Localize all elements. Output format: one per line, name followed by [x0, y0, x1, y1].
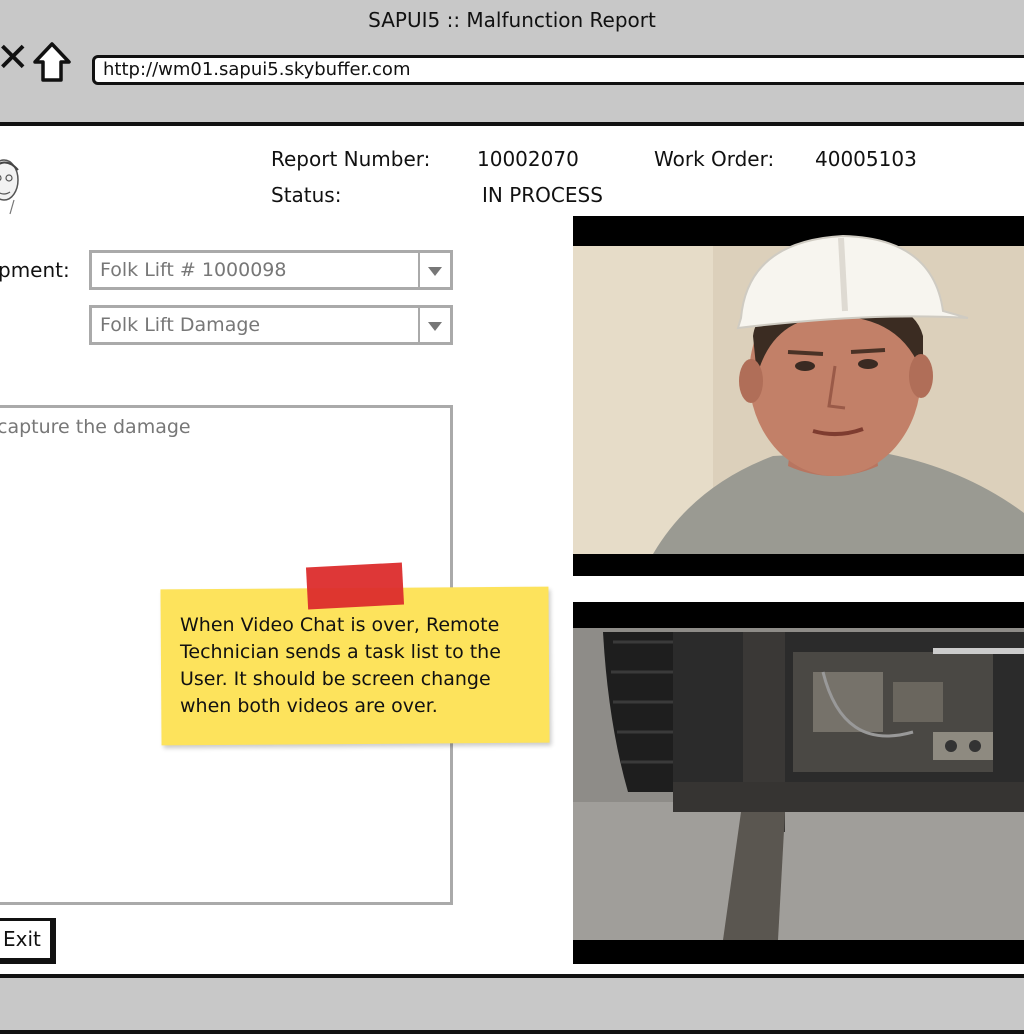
equipment-video[interactable]: [573, 602, 1024, 964]
status-bar: [0, 974, 1024, 1034]
sticky-note-text: When Video Chat is over, Remote Technici…: [180, 614, 501, 717]
work-order-value: 40005103: [815, 147, 917, 171]
damage-type-dropdown[interactable]: Folk Lift Damage: [89, 305, 453, 345]
equipment-dropdown[interactable]: Folk Lift # 1000098: [89, 250, 453, 290]
report-number-value: 10002070: [477, 147, 579, 171]
equipment-label: pment:: [0, 258, 70, 282]
avatar: [0, 150, 28, 216]
damage-type-dropdown-value: Folk Lift Damage: [100, 314, 261, 336]
address-bar[interactable]: http://wm01.sapui5.skybuffer.com: [92, 55, 1024, 85]
home-icon[interactable]: [32, 40, 72, 84]
close-icon[interactable]: ✕: [0, 38, 30, 78]
status-value: IN PROCESS: [482, 183, 603, 207]
equipment-dropdown-value: Folk Lift # 1000098: [100, 259, 287, 281]
exit-button[interactable]: Exit: [0, 918, 56, 964]
chevron-down-icon[interactable]: [418, 308, 450, 342]
status-label: Status:: [271, 183, 342, 207]
window-title: SAPUI5 :: Malfunction Report: [368, 8, 656, 32]
work-order-label: Work Order:: [654, 147, 775, 171]
report-number-label: Report Number:: [271, 147, 431, 171]
chevron-down-icon[interactable]: [418, 253, 450, 287]
damage-description-placeholder: capture the damage: [0, 416, 191, 438]
sticky-note-tape: [305, 562, 405, 610]
technician-video[interactable]: [573, 216, 1024, 576]
